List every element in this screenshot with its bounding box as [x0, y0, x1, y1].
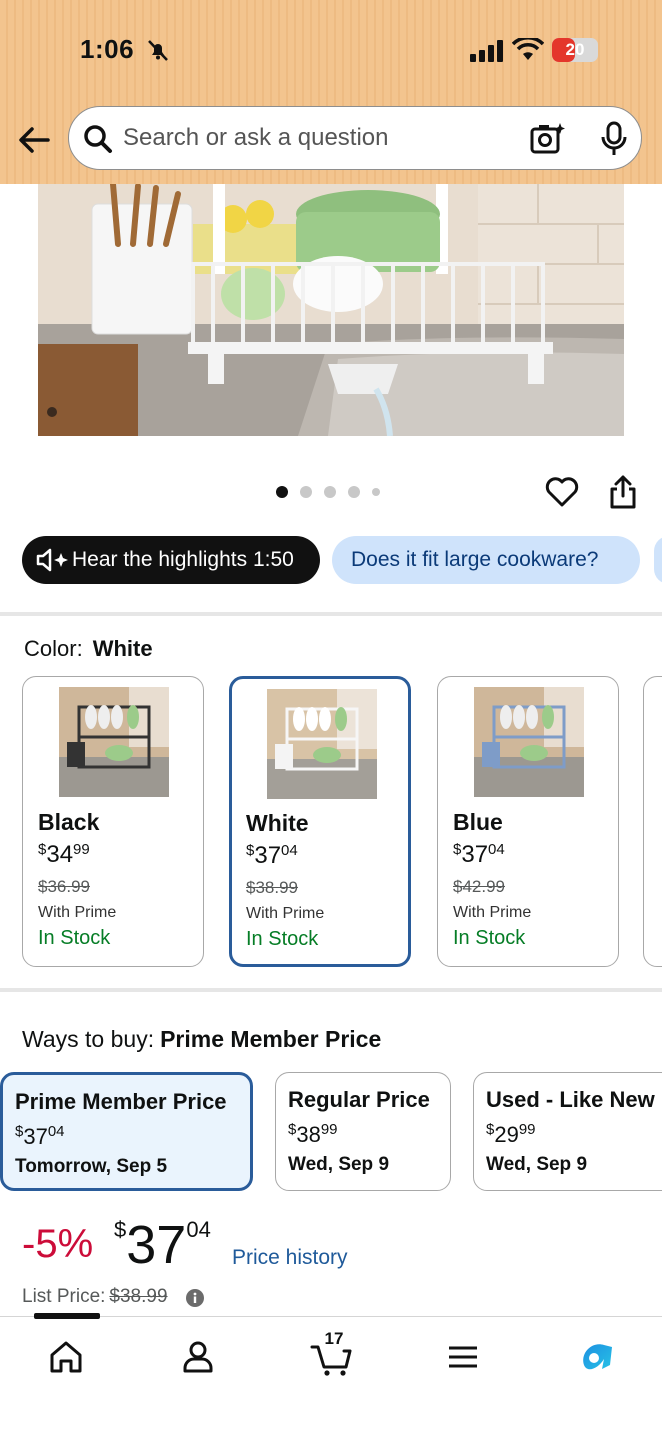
bell-muted-icon [148, 40, 168, 61]
buy-option-price: $3899 [288, 1121, 338, 1147]
selected-buy-option: Prime Member Price [160, 1026, 382, 1052]
color-option-list-price: $36.99 [38, 877, 90, 896]
color-option-image [474, 687, 584, 797]
menu-icon[interactable] [441, 1335, 485, 1379]
speaker-sparkle-icon [36, 548, 68, 572]
section-divider [0, 988, 662, 992]
price-history-link[interactable]: Price history [232, 1246, 348, 1270]
account-icon[interactable] [176, 1335, 220, 1379]
carousel-dot[interactable] [372, 488, 380, 496]
carousel-dot[interactable] [324, 486, 336, 498]
microphone-icon[interactable] [599, 121, 629, 157]
status-time: 1:06 [80, 34, 135, 64]
cart-button[interactable]: 17 [310, 1329, 354, 1379]
discount-percent: -5% [22, 1222, 94, 1266]
buy-option-delivery: Tomorrow, Sep 5 [15, 1156, 168, 1177]
battery-text: 20 [565, 40, 585, 59]
home-icon[interactable] [44, 1335, 88, 1379]
back-arrow-icon[interactable] [14, 120, 54, 160]
list-price-label: List Price: [22, 1286, 106, 1307]
color-option-name: White [246, 810, 309, 836]
camera-search-icon[interactable] [529, 121, 565, 157]
hear-highlights-chip[interactable]: Hear the highlights 1:50 [22, 536, 320, 584]
buy-option-price: $3704 [15, 1123, 65, 1149]
image-carousel-dots[interactable] [276, 486, 392, 498]
info-icon[interactable] [186, 1289, 204, 1307]
buy-option-title: Prime Member Price [15, 1089, 227, 1114]
color-option-stock: In Stock [38, 927, 111, 949]
buy-option-regular[interactable]: Regular Price $3899 Wed, Sep 9 [275, 1072, 451, 1191]
signal-icon [470, 40, 503, 62]
color-option-blue[interactable]: Blue $3704 $42.99 With Prime In Stock [437, 676, 619, 967]
carousel-dot[interactable] [276, 486, 288, 498]
color-option-black[interactable]: Black $3499 $36.99 With Prime In Stock [22, 676, 204, 967]
app-header: 1:06 20 [0, 0, 662, 184]
share-icon[interactable] [606, 474, 640, 510]
dish-rack-photo [38, 184, 624, 436]
buy-option-title: Regular Price [288, 1087, 430, 1112]
color-option-next[interactable] [643, 676, 662, 967]
next-chip[interactable] [654, 536, 662, 584]
search-input[interactable] [123, 107, 503, 169]
color-option-stock: In Stock [246, 928, 319, 950]
list-price: List Price: $38.99 [22, 1286, 168, 1308]
rufus-ai-icon[interactable] [574, 1335, 618, 1379]
color-option-name: Blue [453, 809, 503, 835]
section-divider [0, 612, 662, 616]
ways-to-buy-label: Ways to buy: Prime Member Price [22, 1026, 381, 1053]
battery-indicator: 20 [552, 38, 598, 62]
color-option-image [59, 687, 169, 797]
selected-color: White [92, 636, 153, 661]
color-label-text: Color: [24, 636, 83, 661]
color-option-price: $3704 [246, 842, 298, 869]
question-chip-label: Does it fit large cookware? [351, 548, 599, 571]
color-option-prime: With Prime [38, 904, 117, 921]
ways-to-buy-text: Ways to buy: [22, 1026, 155, 1052]
color-option-price: $3704 [453, 841, 505, 868]
current-price: $3704 [114, 1215, 211, 1275]
color-option-name: Black [38, 809, 100, 835]
search-icon [84, 125, 112, 153]
carousel-dot[interactable] [300, 486, 312, 498]
product-image[interactable] [38, 184, 624, 436]
heart-icon[interactable] [544, 474, 580, 510]
hear-highlights-label: Hear the highlights 1:50 [72, 548, 294, 571]
active-tab-indicator [34, 1313, 100, 1319]
bottom-navigation: 17 [0, 1313, 662, 1440]
question-chip[interactable]: Does it fit large cookware? [332, 536, 640, 584]
buy-option-prime[interactable]: Prime Member Price $3704 Tomorrow, Sep 5 [0, 1072, 253, 1191]
cart-count-badge: 17 [324, 1329, 344, 1348]
color-option-white[interactable]: White $3704 $38.99 With Prime In Stock [229, 676, 411, 967]
buy-option-delivery: Wed, Sep 9 [486, 1154, 588, 1175]
color-option-image [267, 689, 377, 799]
buy-option-price: $2999 [486, 1121, 536, 1147]
color-option-stock: In Stock [453, 927, 526, 949]
carousel-dot[interactable] [348, 486, 360, 498]
buy-option-title: Used - Like New [486, 1087, 655, 1112]
buy-option-delivery: Wed, Sep 9 [288, 1154, 390, 1175]
color-option-list-price: $38.99 [246, 878, 298, 897]
color-option-price: $3499 [38, 841, 90, 868]
color-option-prime: With Prime [453, 904, 532, 921]
wifi-icon [512, 38, 544, 60]
color-selection-label: Color: White [24, 636, 153, 662]
color-option-prime: With Prime [246, 905, 325, 922]
search-bar[interactable] [68, 106, 642, 170]
list-price-value: $38.99 [109, 1286, 168, 1307]
buy-option-used[interactable]: Used - Like New $2999 Wed, Sep 9 [473, 1072, 662, 1191]
color-option-list-price: $42.99 [453, 877, 505, 896]
